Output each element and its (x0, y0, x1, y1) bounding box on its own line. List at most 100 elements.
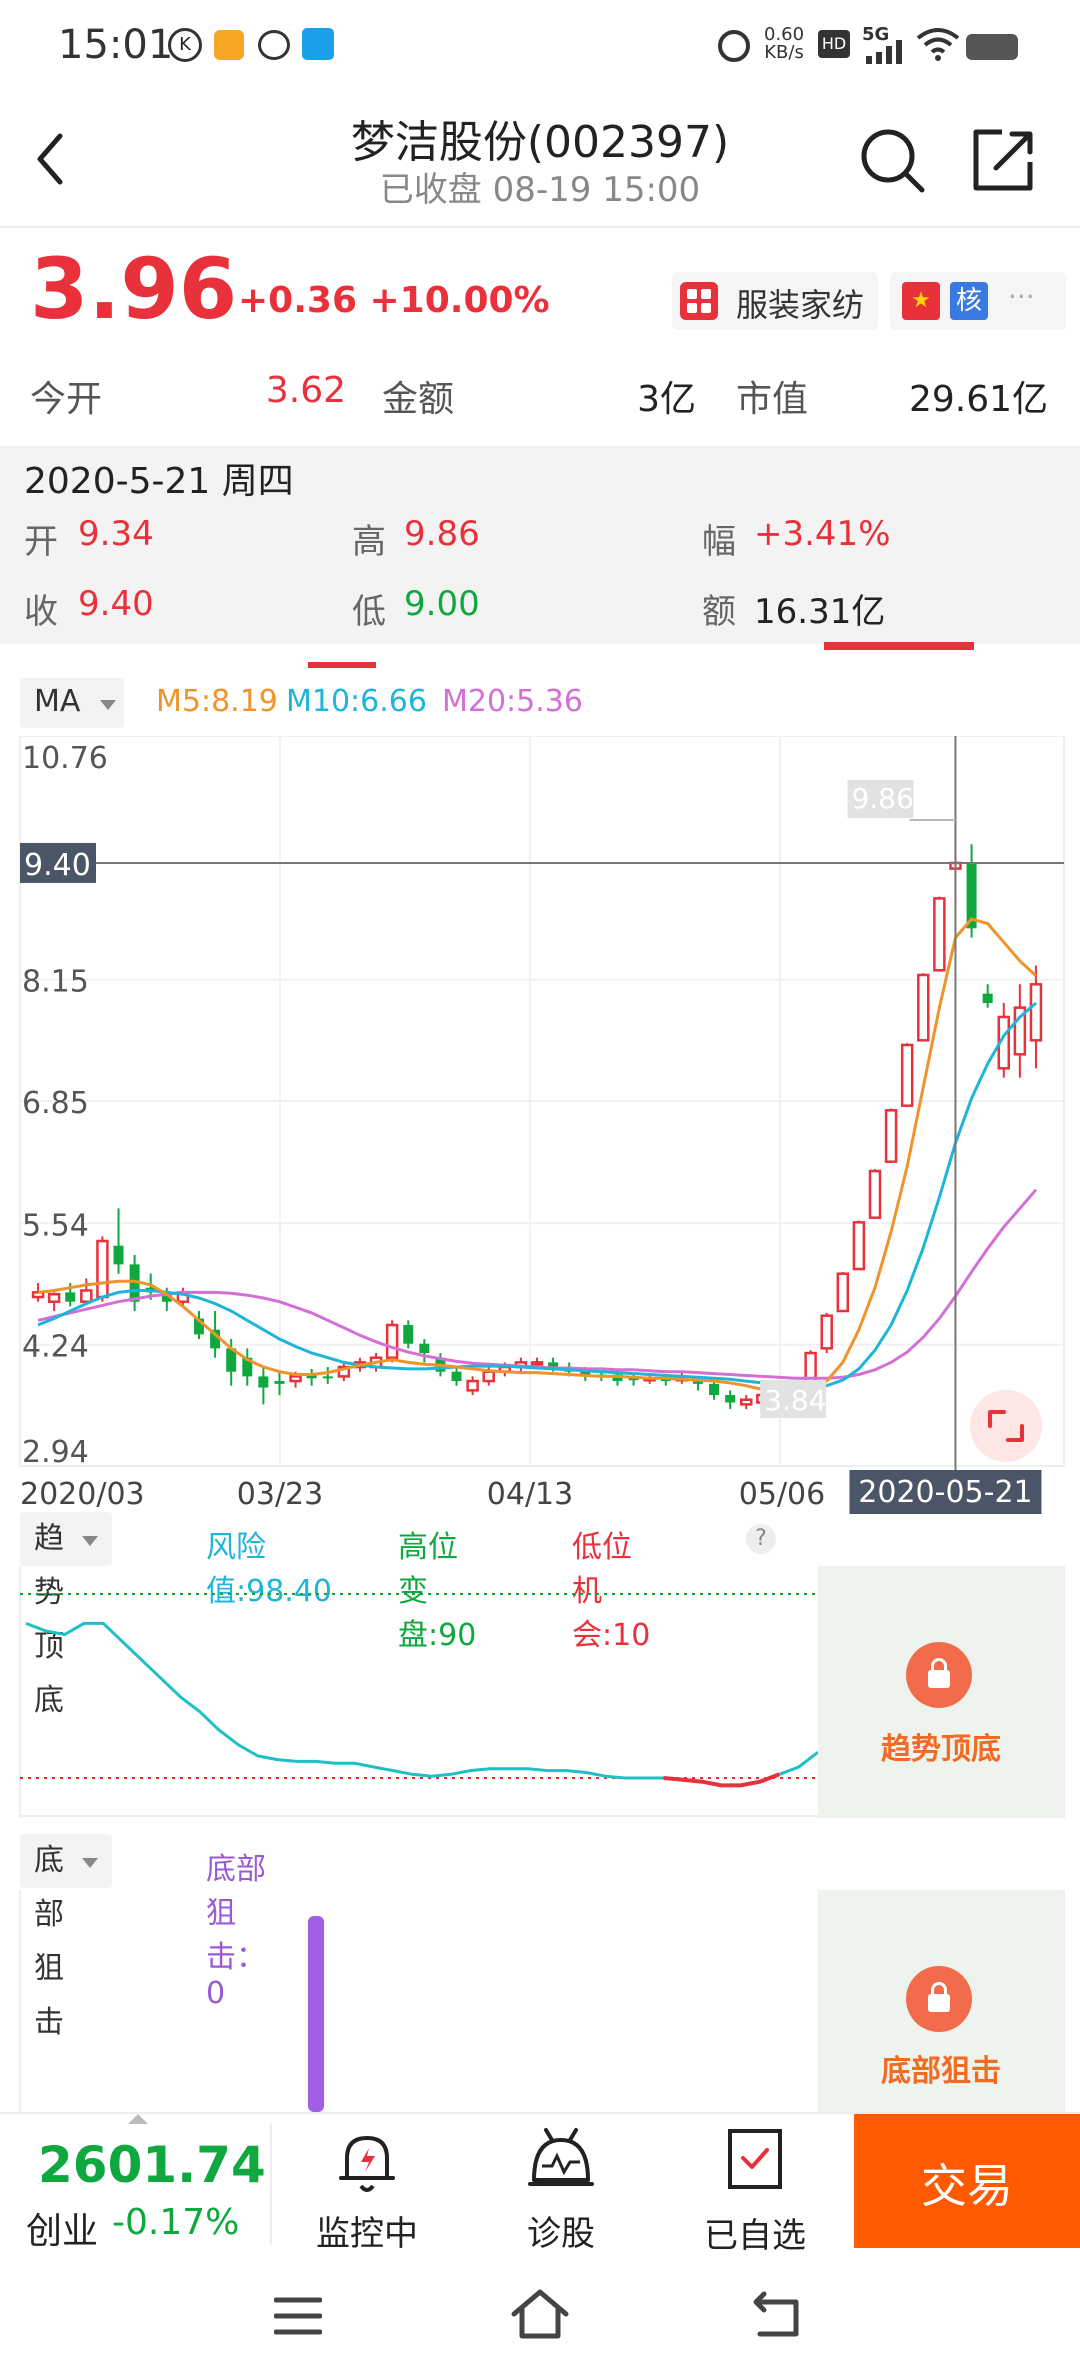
bottom-indicator-selector[interactable]: 底部狙击 (20, 1834, 112, 2040)
tab-indicator-2 (824, 642, 974, 650)
trend-indicator-selector[interactable]: 趋势顶底 (20, 1512, 112, 1718)
monitor-button[interactable]: 监控中 (292, 2114, 442, 2254)
y-tick-label: 5.54 (22, 1208, 89, 1243)
status-time: 15:01 (58, 22, 174, 68)
stat-value-open: 3.62 (265, 370, 346, 411)
crosshair-date-label: 2020-05-21 (858, 1475, 1032, 1510)
link-app-icon (258, 30, 290, 60)
x-tick-label: 2020/03 (20, 1477, 145, 1512)
tooltip-amp: +3.41% (754, 514, 891, 554)
indicator-selector[interactable]: MA (20, 678, 124, 728)
candle-body (274, 1381, 285, 1384)
min-price-label: 3.84 (764, 1384, 826, 1417)
tooltip-open: 9.34 (78, 514, 154, 554)
y-tick-label: 8.15 (22, 965, 89, 1000)
ma20-line (37, 1188, 1038, 1380)
y-tick-label: 10.76 (22, 741, 108, 776)
stat-label-mktcap: 市值 (736, 379, 809, 420)
candle-body (466, 1379, 479, 1392)
trend-locked-label: 趋势顶底 (881, 1732, 1001, 1767)
candle-body (836, 1272, 850, 1313)
china-flag-icon: ★ (902, 282, 940, 320)
candle-body (403, 1325, 414, 1344)
candle-body (80, 1289, 93, 1303)
bell-icon (339, 2136, 395, 2192)
diagnose-label: 诊股 (527, 2214, 595, 2254)
58-app-icon (214, 30, 244, 60)
checked-box-icon (728, 2129, 782, 2189)
candle-body (900, 1043, 914, 1107)
tooltip-low: 9.00 (404, 584, 480, 624)
tooltip-amount: 16.31亿 (754, 592, 886, 632)
lock-icon (906, 1966, 972, 2032)
expand-up-icon[interactable] (128, 2114, 148, 2124)
candle-body (1029, 983, 1043, 1042)
stat-value-mktcap: 29.61亿 (908, 379, 1048, 420)
trade-label: 交易 (921, 2159, 1013, 2213)
crosshair-tooltip: 2020-5-21 周四 开 9.34 高 9.86 幅 +3.41% 收 9.… (0, 446, 1080, 644)
current-price: 3.96 (30, 240, 238, 338)
x-tick-label: 05/06 (739, 1477, 825, 1512)
more-icon: ··· (1008, 280, 1035, 313)
y-tick-label: 6.85 (22, 1086, 89, 1121)
candle-body (530, 1361, 544, 1366)
return-icon[interactable] (752, 2290, 804, 2338)
diagnose-button[interactable]: 诊股 (486, 2114, 636, 2254)
tooltip-high-label: 高 (352, 522, 386, 562)
stat-value-amount: 3亿 (637, 379, 696, 420)
industry-tag[interactable]: 服装家纺 (672, 272, 878, 330)
stock-tags[interactable]: ★ 核 ··· (890, 272, 1066, 330)
tab-indicator (308, 662, 376, 668)
hd-icon: HD (818, 30, 850, 58)
crosshair-price-label: 9.40 (24, 848, 91, 883)
candle-body (385, 1323, 399, 1359)
robot-icon (528, 2128, 594, 2186)
tooltip-date: 2020-5-21 周四 (24, 461, 294, 502)
candle-body (482, 1370, 495, 1383)
stat-label-amount: 金额 (382, 379, 455, 420)
share-icon[interactable] (968, 126, 1038, 196)
bottom-locked-overlay[interactable]: 底部狙击 (818, 1890, 1064, 2112)
k-app-icon: K (168, 28, 202, 62)
candle-body (917, 973, 930, 1042)
trend-locked-overlay[interactable]: 趋势顶底 (818, 1566, 1064, 1818)
candlestick-chart[interactable]: 10.76 8.15 6.85 5.54 4.24 2.94 2020/03 03/23 04/… (0, 736, 1080, 1516)
candle-body (289, 1375, 302, 1383)
tooltip-close-label: 收 (24, 592, 58, 632)
candle-body (258, 1376, 269, 1388)
fullscreen-icon[interactable] (970, 1390, 1042, 1462)
alarm-icon (718, 30, 750, 62)
tooltip-high: 9.86 (404, 514, 480, 554)
risk-curve (25, 1621, 819, 1787)
help-icon[interactable]: ? (746, 1524, 776, 1554)
candle-body (709, 1383, 720, 1396)
bottom-signal-bar (308, 1916, 324, 2112)
candle-body (47, 1292, 61, 1303)
ma5-label: M5:8.19 (156, 684, 278, 719)
candle-body (982, 993, 993, 1003)
index-value[interactable]: 2601.74 (38, 2136, 266, 2194)
monitor-label: 监控中 (316, 2214, 418, 2254)
max-price-label: 9.86 (851, 782, 913, 815)
candle-body (820, 1314, 833, 1350)
ma20-label: M20:5.36 (442, 684, 583, 719)
tooltip-open-label: 开 (24, 522, 58, 562)
y-tick-label: 2.94 (22, 1435, 89, 1470)
x-tick-label: 03/23 (237, 1477, 323, 1512)
candle-body (419, 1343, 430, 1354)
candle-body (451, 1371, 462, 1382)
wifi-icon (916, 28, 960, 61)
ma10-label: M10:6.66 (286, 684, 427, 719)
chevron-down-icon (100, 700, 116, 710)
trade-button[interactable]: 交易 (854, 2114, 1080, 2248)
tooltip-low-label: 低 (352, 592, 386, 632)
stat-label-open: 今开 (30, 379, 103, 420)
search-icon[interactable] (858, 126, 928, 196)
ma10-line (37, 1001, 1037, 1390)
net-speed-unit: KB/s (764, 42, 804, 63)
index-change: -0.17% (112, 2202, 240, 2243)
menu-icon[interactable] (274, 2296, 322, 2336)
indicator-selector-label: MA (34, 684, 81, 719)
watchlist-button[interactable]: 已自选 (680, 2114, 830, 2256)
home-icon[interactable] (510, 2288, 570, 2340)
